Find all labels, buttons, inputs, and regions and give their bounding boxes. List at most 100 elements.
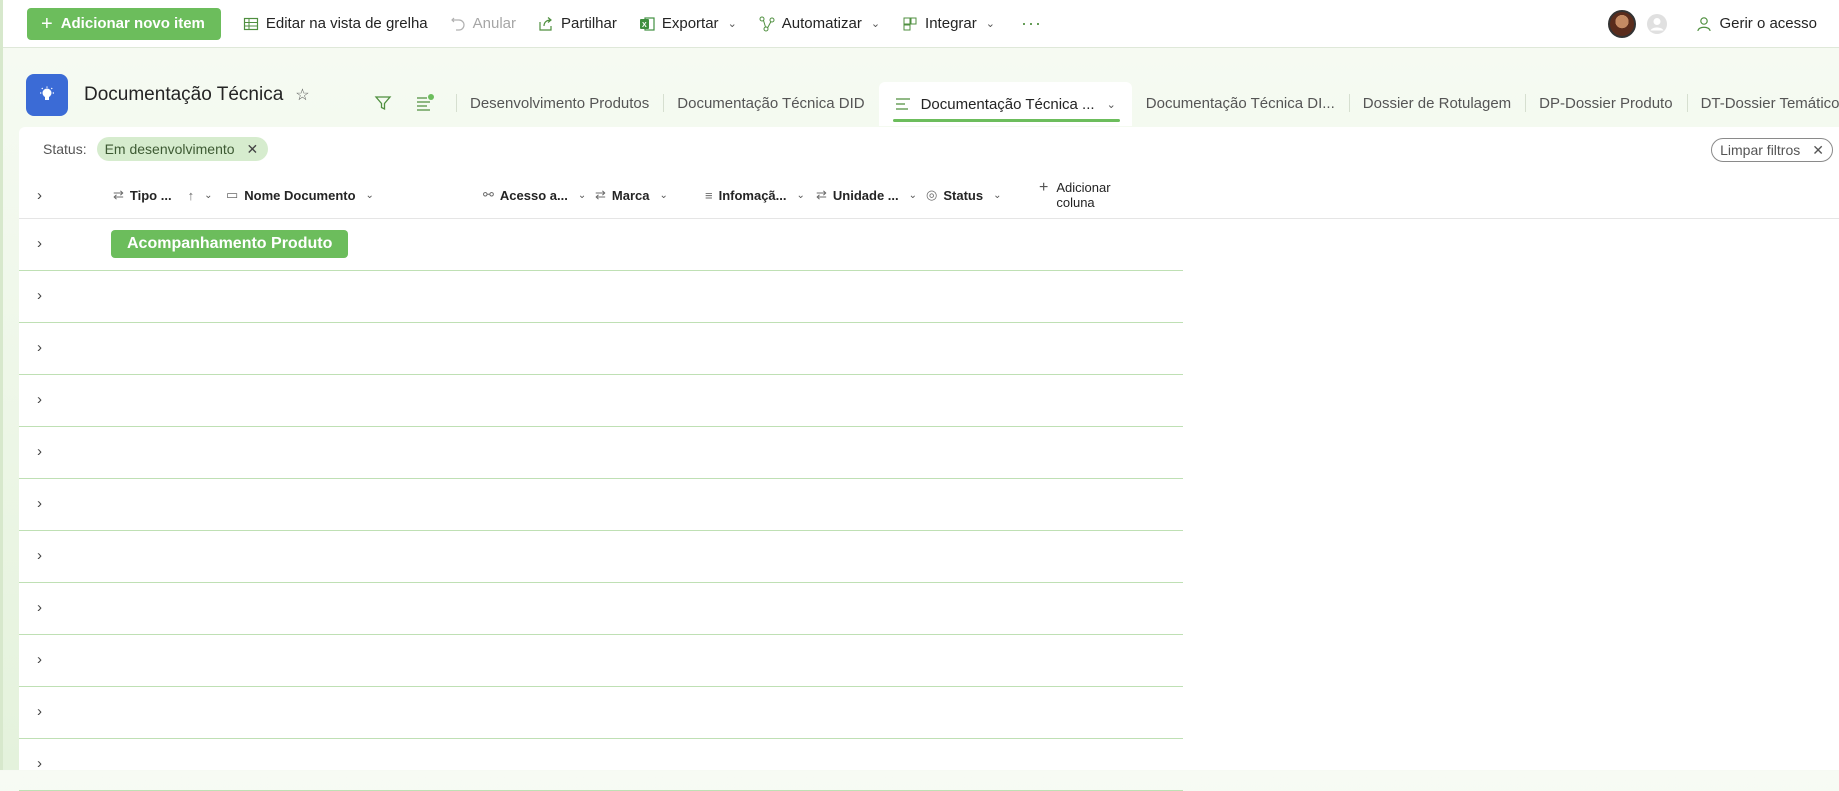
share-icon [539, 16, 552, 31]
clear-filters-button[interactable]: Limpar filtros ✕ [1711, 138, 1833, 162]
person-icon [1697, 16, 1712, 31]
chevron-down-icon: ⌄ [796, 189, 805, 201]
integrate-icon [903, 17, 917, 30]
automate-label: Automatizar [781, 15, 862, 32]
more-commands-button[interactable]: ··· [1021, 13, 1042, 34]
active-tab-indicator [892, 119, 1120, 122]
grid-icon [243, 17, 258, 30]
tab-documentacao-tecnica-active[interactable]: Documentação Técnica ... ⌄ [878, 82, 1132, 126]
column-nome-documento[interactable]: ▭ Nome Documento ⌄ [226, 172, 374, 218]
integrate-label: Integrar [925, 15, 977, 32]
automate-button[interactable]: Automatizar ⌄ [759, 15, 880, 32]
view-tabs: Desenvolvimento Produtos Documentação Té… [372, 82, 1839, 126]
column-informacao-label: Infomaçã... [718, 187, 787, 203]
person-icon[interactable] [1646, 13, 1668, 35]
plus-icon: + [1039, 179, 1049, 196]
table-row[interactable]: › [19, 635, 1183, 687]
integrate-button[interactable]: Integrar ⌄ [902, 15, 995, 32]
table-row[interactable]: › [19, 375, 1183, 427]
chevron-down-icon: ⌄ [908, 189, 918, 201]
table-row[interactable]: › [19, 687, 1183, 739]
filter-chip-label: Em desenvolvimento [104, 141, 235, 157]
add-column-label: Adicionar coluna [1056, 180, 1111, 210]
close-icon: ✕ [1812, 141, 1824, 158]
list-title: Documentação Técnica [84, 84, 284, 105]
close-icon[interactable]: ✕ [247, 141, 259, 158]
user-avatar[interactable] [1608, 9, 1637, 38]
chevron-right-icon[interactable]: › [37, 287, 42, 304]
column-informacao[interactable]: ≡ Infomaçã... ⌄ [705, 172, 805, 218]
tab-documentacao-tecnica-di[interactable]: Documentação Técnica DI... [1132, 82, 1349, 124]
share-button[interactable]: Partilhar [538, 15, 617, 32]
tab-dossier-rotulagem[interactable]: Dossier de Rotulagem [1348, 82, 1525, 124]
table-row[interactable]: › [19, 427, 1183, 479]
filter-chip[interactable]: Em desenvolvimento ✕ [96, 137, 269, 161]
group-rows: › Acompanhamento Produto › › › › › › › ›… [19, 219, 1183, 791]
filter-label: Status: [43, 141, 87, 157]
table-row[interactable]: › [19, 323, 1183, 375]
chevron-right-icon[interactable]: › [37, 547, 42, 564]
arrows-icon: ⇄ [595, 187, 606, 202]
chevron-down-icon: ⌄ [993, 189, 1002, 201]
chevron-right-icon[interactable]: › [37, 443, 42, 460]
manage-access-button[interactable]: Gerir o acesso [1696, 15, 1817, 32]
column-headers: › ⇄ Tipo ... ↑ ⌄ ▭ Nome Documento ⌄ ⚯ Ac… [19, 172, 1839, 219]
undo-button[interactable]: Anular [450, 15, 516, 32]
table-row[interactable]: › [19, 583, 1183, 635]
chevron-right-icon[interactable]: › [37, 599, 42, 616]
lightbulb-icon [26, 74, 68, 116]
chevron-down-icon: ⌄ [727, 18, 737, 30]
tab-dt-dossier-tematico[interactable]: DT-Dossier Temático [1686, 82, 1839, 124]
column-marca[interactable]: ⇄ Marca ⌄ [595, 172, 668, 218]
add-new-item-label: Adicionar novo item [60, 15, 205, 32]
grid-edit-button[interactable]: Editar na vista de grelha [243, 15, 428, 32]
command-bar: + Adicionar novo item Editar na vista de… [3, 0, 1839, 48]
tab-documentacao-tecnica-did[interactable]: Documentação Técnica DID [663, 82, 878, 124]
chevron-right-icon[interactable]: › [37, 495, 42, 512]
column-tipo-label: Tipo ... [129, 187, 172, 203]
add-new-item-button[interactable]: + Adicionar novo item [27, 7, 221, 40]
filter-icon[interactable] [372, 92, 394, 114]
chevron-right-icon[interactable]: › [37, 391, 42, 408]
column-unidade-label: Unidade ... [832, 187, 899, 203]
text-field-icon: ▭ [226, 187, 239, 202]
view-options-icon[interactable] [414, 92, 436, 114]
column-unidade[interactable]: ⇄ Unidade ... ⌄ [816, 172, 917, 218]
chevron-right-icon[interactable]: › [37, 755, 42, 772]
column-tipo[interactable]: ⇄ Tipo ... ↑ ⌄ [113, 172, 212, 218]
tab-desenvolvimento-produtos[interactable]: Desenvolvimento Produtos [456, 82, 663, 124]
column-marca-label: Marca [611, 187, 650, 203]
sort-ascending-icon: ↑ [187, 187, 195, 203]
add-column-button[interactable]: + Adicionar coluna [1039, 179, 1111, 211]
arrows-icon: ⇄ [113, 187, 124, 202]
chevron-right-icon[interactable]: › [37, 703, 42, 720]
chevron-down-icon: ⌄ [659, 189, 668, 201]
expand-all-icon[interactable]: › [37, 172, 42, 218]
tab-dp-dossier-produto[interactable]: DP-Dossier Produto [1525, 82, 1686, 124]
group-row[interactable]: › Acompanhamento Produto [19, 219, 1183, 271]
table-row[interactable]: › [19, 479, 1183, 531]
chevron-right-icon[interactable]: › [37, 339, 42, 356]
list-view-icon [895, 98, 910, 110]
choice-icon: ◎ [926, 187, 938, 202]
column-status[interactable]: ◎ Status ⌄ [926, 172, 1001, 218]
filter-bar: Status: Em desenvolvimento ✕ Limpar filt… [19, 127, 1839, 171]
plus-icon: + [41, 12, 53, 35]
chevron-right-icon[interactable]: › [37, 651, 42, 668]
svg-text:X: X [642, 22, 647, 29]
table-row[interactable]: › [19, 531, 1183, 583]
column-acesso[interactable]: ⚯ Acesso a... ⌄ [483, 172, 586, 218]
table-row[interactable]: › [19, 271, 1183, 323]
star-icon[interactable]: ☆ [295, 85, 309, 105]
table-row[interactable]: › [19, 739, 1183, 791]
list-header: Documentação Técnica ☆ [26, 74, 310, 116]
chevron-right-icon[interactable]: › [37, 235, 42, 252]
export-button[interactable]: X Exportar ⌄ [639, 15, 737, 32]
automate-icon [759, 16, 775, 31]
manage-access-label: Gerir o acesso [1719, 15, 1817, 32]
share-label: Partilhar [561, 15, 617, 32]
excel-icon: X [639, 16, 655, 31]
chevron-down-icon: ⌄ [870, 18, 881, 30]
chevron-down-icon[interactable]: ⌄ [1107, 98, 1116, 111]
chevron-down-icon: ⌄ [365, 189, 374, 201]
